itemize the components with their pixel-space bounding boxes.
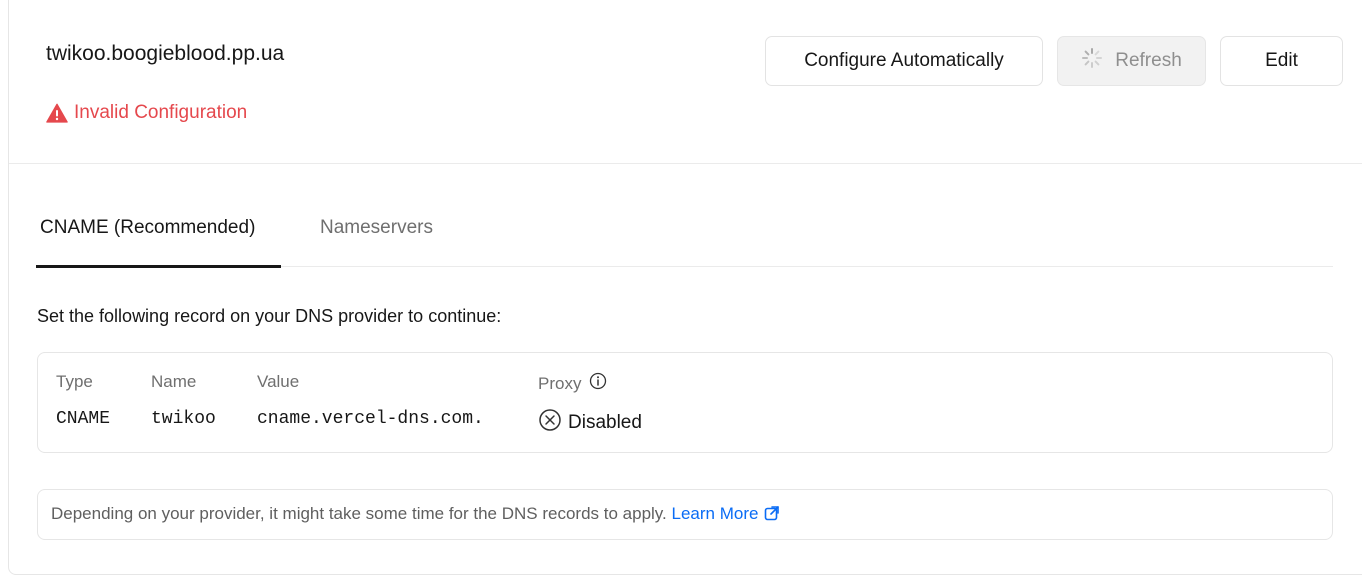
propagation-note: Depending on your provider, it might tak…: [37, 489, 1333, 540]
domain-name: twikoo.boogieblood.pp.ua: [46, 42, 285, 65]
spinner-icon: [1081, 47, 1103, 75]
tab-cname[interactable]: CNAME (Recommended): [40, 217, 255, 239]
header-type: Type: [56, 372, 93, 391]
status-text: Invalid Configuration: [74, 102, 248, 123]
dns-record-table: Type Name Value Proxy CNAME twikoo cname…: [37, 352, 1333, 453]
header-proxy: Proxy: [538, 372, 607, 395]
proxy-status-label: Disabled: [568, 412, 642, 433]
configure-automatically-button[interactable]: Configure Automatically: [765, 36, 1043, 86]
edit-label: Edit: [1265, 50, 1298, 71]
edit-button[interactable]: Edit: [1220, 36, 1343, 86]
active-tab-indicator: [36, 265, 281, 268]
external-link-icon: [764, 505, 780, 526]
learn-more-link[interactable]: Learn More: [672, 504, 781, 523]
tab-nameservers[interactable]: Nameservers: [320, 217, 433, 239]
configure-automatically-label: Configure Automatically: [804, 50, 1004, 71]
record-value[interactable]: cname.vercel-dns.com.: [257, 409, 484, 429]
refresh-label: Refresh: [1115, 50, 1182, 71]
learn-more-label: Learn More: [671, 504, 759, 523]
header-value: Value: [257, 372, 300, 391]
note-text: Depending on your provider, it might tak…: [51, 504, 667, 523]
status-badge: Invalid Configuration: [46, 102, 247, 124]
record-type: CNAME: [56, 409, 111, 429]
header-name: Name: [151, 372, 197, 391]
proxy-status: Disabled: [538, 408, 642, 438]
instructions-text: Set the following record on your DNS pro…: [37, 306, 502, 326]
info-circle-icon[interactable]: [589, 372, 607, 395]
domain-header: twikoo.boogieblood.pp.ua Invalid Configu…: [9, 0, 1362, 164]
warning-triangle-icon: [46, 103, 68, 123]
x-circle-icon: [538, 408, 562, 438]
header-proxy-label: Proxy: [538, 373, 582, 393]
record-name: twikoo: [151, 409, 216, 429]
refresh-button[interactable]: Refresh: [1057, 36, 1206, 86]
dns-tabs: CNAME (Recommended) Nameservers: [36, 202, 1333, 268]
